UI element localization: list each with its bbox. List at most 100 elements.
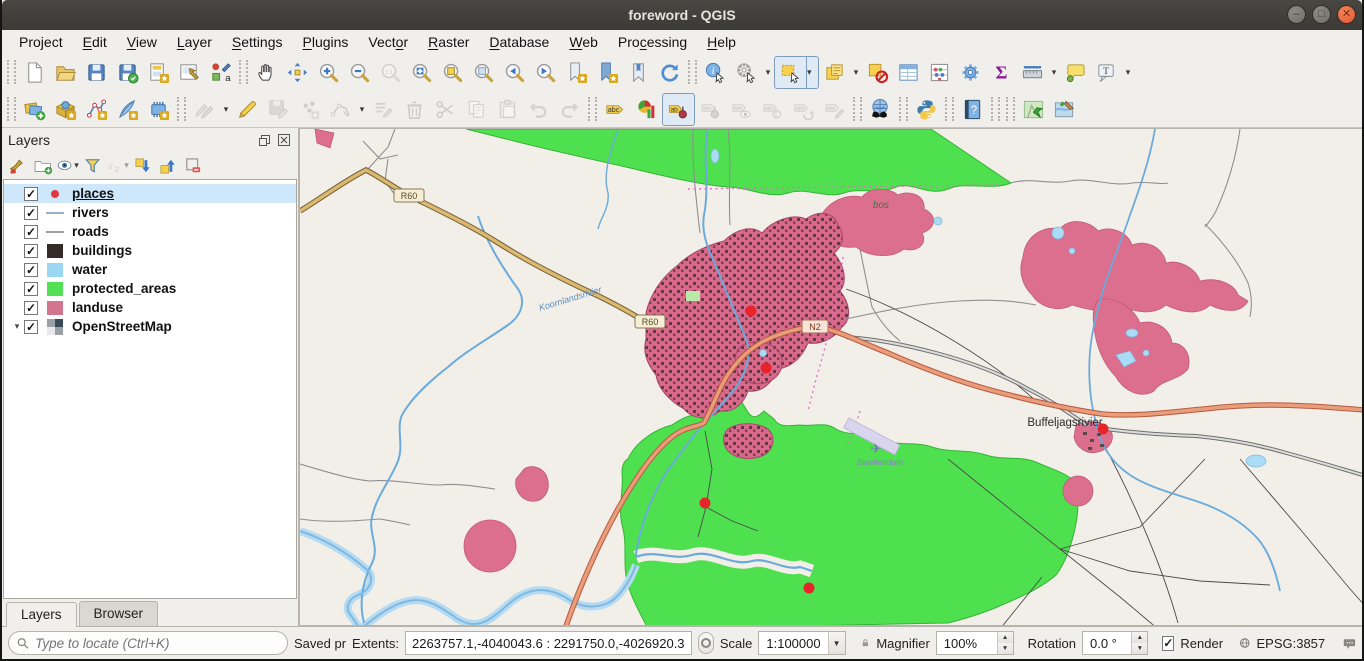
vertex-tool-button[interactable]	[325, 94, 356, 125]
pan-to-selection-button[interactable]	[282, 57, 313, 88]
new-virtual-layer-button[interactable]	[143, 94, 174, 125]
run-feature-action-dropdown-arrow[interactable]: ▾	[762, 67, 774, 78]
save-edits-button[interactable]	[263, 94, 294, 125]
bookmarks-panel-button[interactable]	[623, 57, 654, 88]
zoom-full-button[interactable]	[406, 57, 437, 88]
filter-legend-button[interactable]	[81, 154, 105, 178]
layer-labeling-button[interactable]: abc	[600, 94, 631, 125]
field-calculator-button[interactable]	[924, 57, 955, 88]
layer-item-water[interactable]: ✓water	[4, 260, 296, 279]
filter-by-expression-button[interactable]: ε▾	[106, 154, 130, 178]
toolbar-handle[interactable]	[7, 60, 16, 84]
paste-features-button[interactable]	[492, 94, 523, 125]
layer-visibility-checkbox[interactable]: ✓	[24, 301, 38, 315]
data-source-manager-button[interactable]	[19, 94, 50, 125]
measure-dropdown-arrow[interactable]: ▾	[1048, 67, 1060, 78]
crs-globe-icon[interactable]	[1239, 635, 1250, 651]
menu-layer[interactable]: Layer	[168, 32, 221, 52]
zoom-last-button[interactable]	[499, 57, 530, 88]
spin-up-icon[interactable]: ▲	[1132, 632, 1147, 643]
layer-diagram-button[interactable]	[631, 94, 662, 125]
statistics-sigma-button[interactable]: Σ	[986, 57, 1017, 88]
current-edits-dropdown-arrow[interactable]: ▾	[220, 104, 232, 115]
text-annotation-button[interactable]: T	[1091, 57, 1122, 88]
map-canvas[interactable]: ✈ Swellendam R60 R60 N2 Buffeljagsrivier…	[299, 128, 1362, 626]
spin-up-icon[interactable]: ▲	[998, 632, 1013, 643]
style-manager-button[interactable]: a	[205, 57, 236, 88]
save-project-button[interactable]	[81, 57, 112, 88]
menu-vector[interactable]: Vector	[359, 32, 417, 52]
select-features-button[interactable]	[775, 57, 806, 88]
rotation-spin[interactable]: 0.0 ° ▲▼	[1082, 631, 1148, 655]
refresh-map-button[interactable]	[654, 57, 685, 88]
redo-button[interactable]	[554, 94, 585, 125]
plugin-map-search-button[interactable]	[1018, 94, 1049, 125]
close-button[interactable]: ✕	[1337, 5, 1356, 24]
maximize-button[interactable]: □	[1312, 5, 1331, 24]
select-by-form-button[interactable]	[819, 57, 850, 88]
menu-view[interactable]: View	[118, 32, 166, 52]
manage-map-themes-button[interactable]: ▾	[56, 154, 80, 178]
layer-item-openstreetmap[interactable]: ▾✓OpenStreetMap	[4, 317, 296, 336]
menu-raster[interactable]: Raster	[419, 32, 478, 52]
multiedit-attributes-button[interactable]	[368, 94, 399, 125]
spin-down-icon[interactable]: ▼	[998, 643, 1013, 654]
tab-layers[interactable]: Layers	[6, 602, 77, 627]
delete-selected-button[interactable]	[399, 94, 430, 125]
minimize-button[interactable]: –	[1287, 5, 1306, 24]
toolbar-handle[interactable]	[239, 60, 248, 84]
toolbar-handle[interactable]	[688, 60, 697, 84]
filter-by-expression-dropdown-arrow[interactable]: ▾	[123, 160, 130, 171]
layer-visibility-checkbox[interactable]: ✓	[24, 244, 38, 258]
copy-features-button[interactable]	[461, 94, 492, 125]
layer-item-protected_areas[interactable]: ✓protected_areas	[4, 279, 296, 298]
zoom-in-button[interactable]	[313, 57, 344, 88]
scale-combo[interactable]: 1:100000▼	[758, 631, 845, 655]
toolbar-handle[interactable]	[7, 97, 16, 121]
locate-input[interactable]	[35, 636, 279, 651]
toolbar-handle[interactable]	[853, 97, 862, 121]
add-group-button[interactable]	[31, 154, 55, 178]
rotate-label-button[interactable]: abc	[788, 94, 819, 125]
menu-help[interactable]: Help	[698, 32, 745, 52]
layer-visibility-checkbox[interactable]: ✓	[24, 206, 38, 220]
new-geopackage-button[interactable]	[50, 94, 81, 125]
layer-item-rivers[interactable]: ✓rivers	[4, 203, 296, 222]
vertex-tool-dropdown-arrow[interactable]: ▾	[356, 104, 368, 115]
crs-status[interactable]: EPSG:3857	[1256, 636, 1325, 651]
new-bookmark-button[interactable]	[561, 57, 592, 88]
map-tips-button[interactable]	[1060, 57, 1091, 88]
select-by-form-dropdown-arrow[interactable]: ▾	[850, 67, 862, 78]
change-label-button[interactable]: abc	[819, 94, 850, 125]
menu-edit[interactable]: Edit	[74, 32, 116, 52]
chevron-down-icon[interactable]: ▼	[828, 632, 845, 654]
text-annotation-dropdown-arrow[interactable]: ▾	[1122, 67, 1134, 78]
menu-project[interactable]: Project	[10, 32, 72, 52]
toolbar-handle[interactable]	[991, 97, 1000, 121]
spin-down-icon[interactable]: ▼	[1132, 643, 1147, 654]
tab-browser[interactable]: Browser	[79, 601, 159, 626]
panel-float-icon[interactable]	[256, 132, 272, 148]
show-hidden-labels-button[interactable]: abc	[726, 94, 757, 125]
new-spatialite-button[interactable]	[112, 94, 143, 125]
deselect-all-button[interactable]	[862, 57, 893, 88]
layer-visibility-checkbox[interactable]: ✓	[24, 263, 38, 277]
layer-item-buildings[interactable]: ✓buildings	[4, 241, 296, 260]
toggle-editing-button[interactable]	[232, 94, 263, 125]
menu-web[interactable]: Web	[560, 32, 607, 52]
render-checkbox[interactable]: ✓	[1162, 636, 1174, 651]
measure-button[interactable]	[1017, 57, 1048, 88]
undo-button[interactable]	[523, 94, 554, 125]
menu-processing[interactable]: Processing	[609, 32, 696, 52]
expand-all-button[interactable]	[131, 154, 155, 178]
help-contents-button[interactable]: ?	[957, 94, 988, 125]
layer-item-places[interactable]: ✓places	[4, 184, 296, 203]
toolbar-handle[interactable]	[177, 97, 186, 121]
messages-icon[interactable]	[1343, 636, 1356, 651]
save-project-as-button[interactable]	[112, 57, 143, 88]
show-bookmarks-button[interactable]	[592, 57, 623, 88]
cut-features-button[interactable]	[430, 94, 461, 125]
move-label-button[interactable]: abc	[757, 94, 788, 125]
locate-box[interactable]	[8, 631, 288, 655]
panel-close-icon[interactable]	[276, 132, 292, 148]
